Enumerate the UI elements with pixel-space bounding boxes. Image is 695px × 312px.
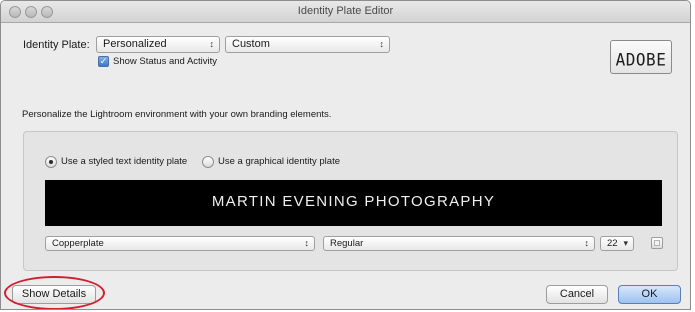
identity-plate-text: MARTIN EVENING PHOTOGRAPHY [211,193,496,210]
identity-plate-mode-select[interactable]: Personalized ↕ [96,36,220,53]
updown-arrows-icon: ↕ [209,39,215,49]
updown-arrows-icon: ↕ [379,39,385,49]
radio-selected-dot [49,160,53,164]
graphical-plate-radio[interactable] [202,156,214,168]
font-family-value: Copperplate [52,238,104,249]
title-bar: Identity Plate Editor [1,1,690,23]
graphical-plate-radio-label[interactable]: Use a graphical identity plate [218,156,340,167]
identity-plate-preview-text: ADOBE [615,49,667,70]
identity-plate-text-field[interactable]: MARTIN EVENING PHOTOGRAPHY [45,180,662,226]
highlight-ring-annotation [4,276,105,309]
styled-text-radio[interactable] [45,156,57,168]
window-title: Identity Plate Editor [297,5,394,17]
text-color-swatch[interactable] [651,237,663,249]
updown-arrows-icon: ↕ [584,238,590,248]
identity-plate-label: Identity Plate: [23,39,90,51]
identity-plate-preset-select[interactable]: Custom ↕ [225,36,390,53]
styled-text-radio-label[interactable]: Use a styled text identity plate [61,156,187,167]
font-style-value: Regular [330,238,364,249]
font-style-select[interactable]: Regular ↕ [323,236,595,251]
show-status-label[interactable]: Show Status and Activity [113,56,217,67]
identity-plate-preview: ADOBE [610,40,672,74]
font-family-select[interactable]: Copperplate ↕ [45,236,315,251]
identity-plate-settings-group: Use a styled text identity plate Use a g… [23,131,678,271]
font-size-value: 22 [607,238,618,249]
cancel-button[interactable]: Cancel [546,285,608,304]
identity-plate-preset-value: Custom [232,38,270,50]
identity-plate-mode-value: Personalized [103,38,167,50]
chevron-down-icon[interactable]: ▾ [623,237,628,250]
font-size-combo[interactable]: 22 ▾ [600,236,634,251]
show-status-checkbox[interactable]: ✓ [98,56,109,67]
ok-button[interactable]: OK [618,285,681,304]
color-swatch-inner [654,240,660,246]
description-text: Personalize the Lightroom environment wi… [22,109,332,120]
checkmark-icon: ✓ [99,56,108,66]
identity-plate-editor-window: Identity Plate Editor Identity Plate: Pe… [0,0,691,310]
updown-arrows-icon: ↕ [304,238,310,248]
